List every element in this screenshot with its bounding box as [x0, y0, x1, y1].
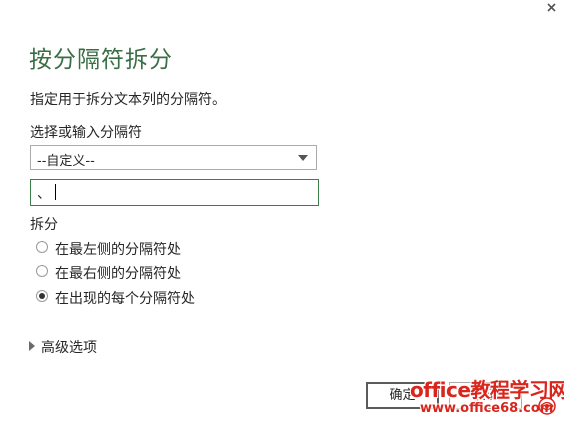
text-caret: [55, 184, 56, 200]
chevron-down-icon: [298, 155, 308, 161]
radio-button-selected[interactable]: [36, 290, 48, 302]
dialog-description: 指定用于拆分文本列的分隔符。: [30, 92, 226, 108]
custom-delimiter-input[interactable]: 、: [30, 179, 319, 206]
advanced-options-label: 高级选项: [41, 340, 97, 356]
custom-delimiter-value: 、: [37, 186, 51, 202]
triangle-right-icon: [29, 341, 35, 351]
radio-label: 在最右侧的分隔符处: [55, 266, 181, 282]
watermark-url: www.office68.com: [420, 401, 554, 416]
close-button[interactable]: [544, 0, 560, 16]
radio-label: 在出现的每个分隔符处: [55, 291, 195, 307]
watermark-logo-icon: [538, 397, 556, 415]
radio-label: 在最左侧的分隔符处: [55, 242, 181, 258]
close-icon: [547, 3, 556, 12]
radio-button[interactable]: [36, 265, 48, 277]
delimiter-dropdown[interactable]: --自定义--: [30, 145, 317, 170]
dialog-title: 按分隔符拆分: [29, 47, 173, 73]
delimiter-label: 选择或输入分隔符: [30, 125, 142, 141]
split-label: 拆分: [30, 217, 58, 233]
split-by-delimiter-dialog: 按分隔符拆分 指定用于拆分文本列的分隔符。 选择或输入分隔符 --自定义-- 、…: [0, 0, 564, 426]
delimiter-dropdown-value: --自定义--: [37, 154, 95, 169]
advanced-options-toggle[interactable]: 高级选项: [29, 337, 97, 357]
radio-button[interactable]: [36, 241, 48, 253]
